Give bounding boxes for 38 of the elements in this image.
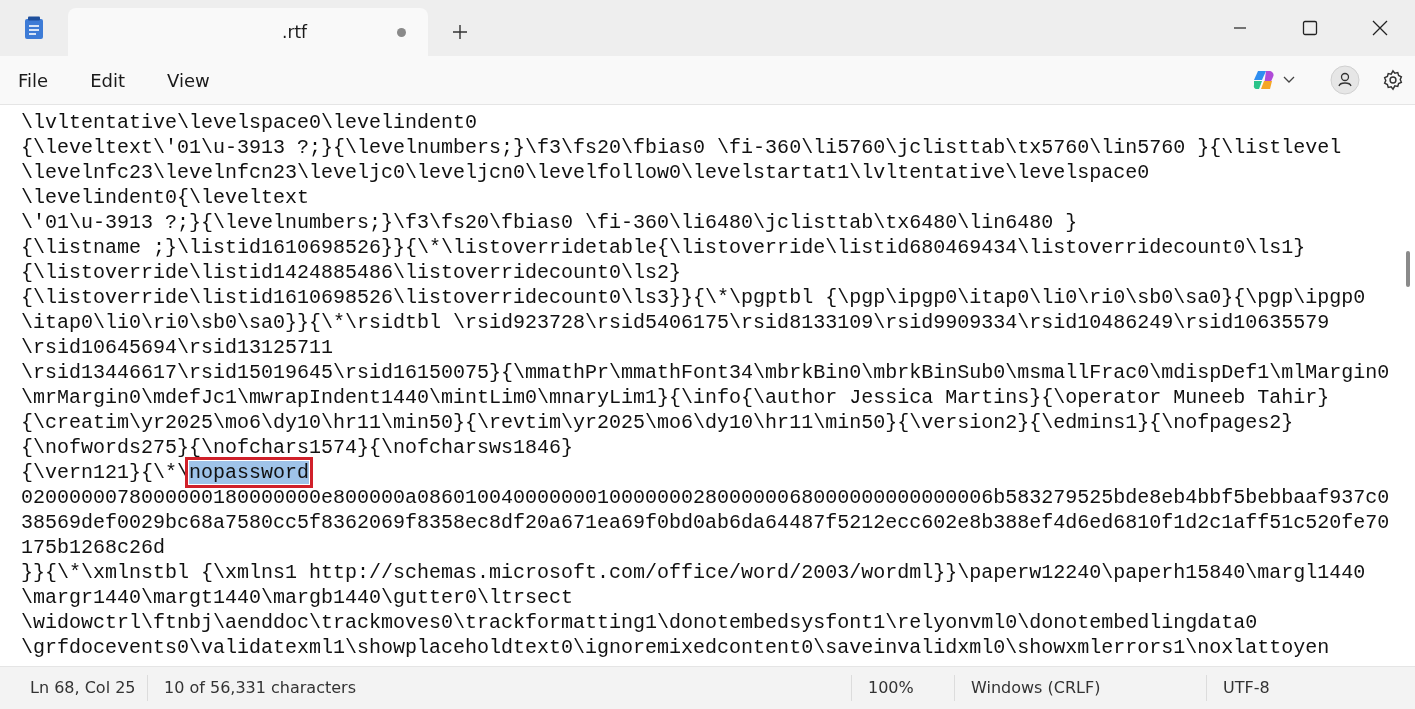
plus-icon[interactable] xyxy=(452,24,468,40)
scrollbar-thumb[interactable] xyxy=(1406,251,1410,287)
code-line: 38569def0029bc68a7580cc5f8362069f8358ec8df20a671ea69f0bd0ab6da64487f5212ecc602e8b388ef4d6ed6810f1d2c1aff51c520fe70 xyxy=(21,510,1390,535)
code-line: \levelindent0{\leveltext xyxy=(21,185,310,210)
code-line: \rsid10645694\rsid13125711 xyxy=(21,335,334,360)
status-item: UTF-8 xyxy=(1206,675,1356,701)
code-line: \lvltentative\levelspace0\levelindent0 xyxy=(21,110,478,135)
tab-title: .rtf xyxy=(282,22,308,42)
code-line: {\listoverride\listid1610698526\listoverridecount0\ls3}}{\*\pgptbl {\pgp\ipgp0\itap0\li0\ri0\sb0\sa0}{\pgp\ipgp0 xyxy=(21,285,1366,310)
status-item: 10 of 56,331 characters xyxy=(147,675,851,701)
code-line: {\listname ;}\listid1610698526}}{\*\listoverridetable{\listoverride\listid680469434\listoverridecount0\ls1} xyxy=(21,235,1306,260)
menu-item[interactable]: File xyxy=(4,63,63,97)
code-line: }}{\*\xmlnstbl {\xmlns1 http://schemas.microsoft.com/office/word/2003/wordml}}\paperw12240\paperh15840\margl1440 xyxy=(21,560,1366,585)
status-item: Ln 68, Col 25 xyxy=(30,677,137,699)
code-line: {\nofwords275}{\nofchars1574}{\nofcharsws1846} xyxy=(21,435,574,460)
code-line: \itap0\li0\ri0\sb0\sa0}}{\*\rsidtbl \rsid923728\rsid5406175\rsid8133109\rsid9909334\rsid10486249\rsid10635579 xyxy=(21,310,1330,335)
notepad-icon xyxy=(24,16,44,40)
code-line: 175b1268c26d xyxy=(21,535,166,560)
code-line: \'01\u-3913 ?;}{\levelnumbers;}\f3\fs20\fbias0 \fi-360\li6480\jclisttab\tx6480\lin6480 } xyxy=(21,210,1078,235)
account-icon[interactable] xyxy=(1329,64,1361,96)
menu-item[interactable]: View xyxy=(153,63,224,97)
status-item: 100% xyxy=(851,675,954,701)
code-line: {\vern121}{\*\nopassword xyxy=(21,460,310,485)
code-line: \grfdocevents0\validatexml1\showplaceholdtext0\ignoremixedcontent0\saveinvalidxml0\showxmlerrors1\noxlattoyen xyxy=(21,635,1330,660)
code-line: 0200000078000000180000000e800000a086010040000000100000002800000068000000000000006b583279525bde8eb4bbf5bebbaaf937c0 xyxy=(21,485,1390,510)
code-line: \levelnfc23\levelnfcn23\leveljc0\leveljcn0\levelfollow0\levelstartat1\lvltentative\levelspace0 xyxy=(21,160,1150,185)
status-item: Windows (CRLF) xyxy=(954,675,1206,701)
code-line: {\listoverride\listid1424885486\listoverridecount0\ls2} xyxy=(21,260,682,285)
code-line: \widowctrl\ftnbj\aenddoc\trackmoves0\trackformatting1\donotembedsysfont1\relyonvml0\donotembedlingdata0 xyxy=(21,610,1258,635)
code-line: \rsid13446617\rsid15019645\rsid16150075}{\mmathPr\mmathFont34\mbrkBin0\mbrkBinSub0\msmallFrac0\mdispDef1\mlMargin0 xyxy=(21,360,1390,385)
code-line: {\leveltext\'01\u-3913 ?;}{\levelnumbers;}\f3\fs20\fbias0 \fi-360\li5760\jclisttab\tx5760\lin5760 }{\listlevel xyxy=(21,135,1342,160)
close-icon[interactable] xyxy=(1372,20,1388,36)
code-line: \mrMargin0\mdefJc1\mwrapIndent1440\mintLim0\mnaryLim1}{\info{\author Jessica Martins}{\operator Muneeb Tahir} xyxy=(21,385,1330,410)
code-line: {\creatim\yr2025\mo6\dy10\hr11\min50}{\revtim\yr2025\mo6\dy10\hr11\min50}{\version2}{\edmins1}{\nofpages2} xyxy=(21,410,1294,435)
code-line: \margr1440\margt1440\margb1440\gutter0\ltrsect xyxy=(21,585,574,610)
menu-item[interactable]: Edit xyxy=(76,63,139,97)
document-tab[interactable]: .rtf xyxy=(68,8,428,56)
maximize-icon[interactable] xyxy=(1302,20,1318,36)
